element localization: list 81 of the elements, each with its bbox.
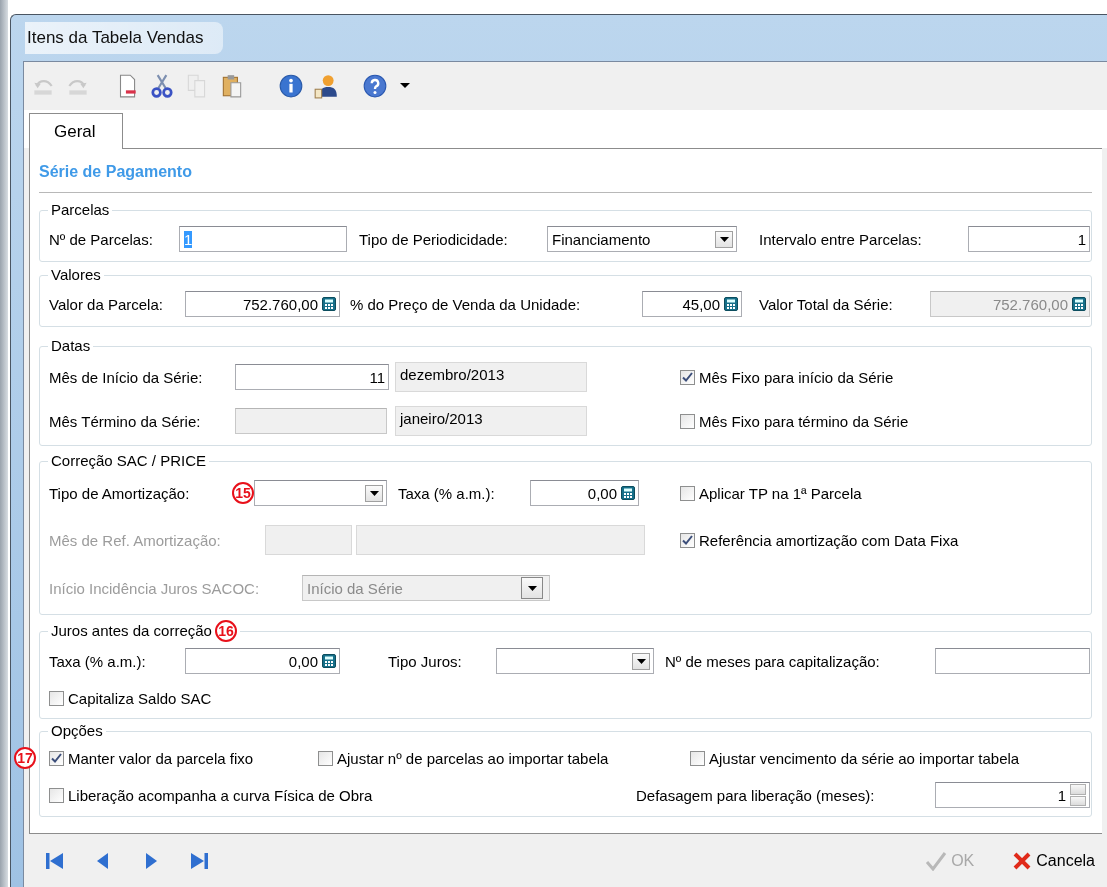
combo-box[interactable]: Financiamento	[547, 226, 737, 252]
checkmark-icon	[682, 372, 693, 382]
group-title: Valores	[51, 266, 101, 284]
group-title: Juros antes da correção	[51, 622, 212, 640]
dropdown-button[interactable]	[365, 484, 383, 502]
number-field[interactable]: 0,00	[185, 648, 340, 674]
group-title: Opções	[51, 722, 103, 740]
field-label: Valor da Parcela:	[49, 295, 164, 313]
field-label: Mês de Ref. Amortização:	[49, 531, 222, 549]
field-label: Mês Término da Série:	[49, 412, 202, 430]
checkbox-label[interactable]: Mês Fixo para término da Série	[699, 412, 909, 430]
checkbox[interactable]	[318, 750, 333, 766]
calculator-icon	[1072, 297, 1086, 311]
calculator-icon	[724, 297, 738, 311]
checkbox-label[interactable]: Liberação acompanha a curva Física de Obra	[68, 786, 373, 804]
first-record-icon[interactable]	[44, 850, 66, 872]
read-only-field: janeiro/2013	[395, 406, 587, 436]
read-only-field: dezembro/2013	[395, 362, 587, 392]
last-record-icon[interactable]	[188, 850, 210, 872]
caret-icon	[636, 658, 646, 664]
dropdown-button[interactable]	[715, 230, 733, 248]
close-icon	[1012, 851, 1033, 871]
field-label: Defasagem para liberação (meses):	[636, 786, 876, 804]
number-marker: 17	[14, 747, 36, 769]
checkbox-label[interactable]: Manter valor da parcela fixo	[68, 749, 254, 767]
field-label: Taxa (% a.m.):	[398, 484, 496, 502]
number-field[interactable]: 752.760,00	[185, 291, 340, 317]
checkbox[interactable]	[680, 413, 695, 429]
number-marker: 16	[214, 620, 237, 642]
field-label: Nº de Parcelas:	[49, 230, 154, 248]
checkbox-label[interactable]: Aplicar TP na 1ª Parcela	[699, 484, 862, 502]
input-field[interactable]: 1	[968, 226, 1090, 252]
dropdown-button[interactable]	[632, 652, 650, 670]
field-label: Tipo de Amortização:	[49, 484, 191, 502]
tab[interactable]: Geral	[29, 113, 123, 149]
calculator-icon	[322, 297, 336, 311]
checkmark-icon	[682, 535, 693, 545]
checkmark-icon	[51, 753, 62, 763]
calculator-icon	[621, 486, 635, 500]
checkmark-icon	[925, 851, 948, 871]
number-field[interactable]: 45,00	[642, 291, 742, 317]
help-icon[interactable]	[362, 73, 388, 99]
checkbox[interactable]	[49, 787, 64, 803]
number-field[interactable]: 0,00	[530, 480, 639, 506]
checkbox-label[interactable]: Referência amortização com Data Fixa	[699, 531, 959, 549]
spin-field[interactable]: 1	[935, 782, 1090, 808]
person-icon[interactable]	[313, 73, 339, 99]
input-field[interactable]: 11	[235, 364, 389, 390]
field-label: Valor Total da Série:	[759, 295, 894, 313]
group-title: Parcelas	[51, 201, 110, 219]
section-title: Série de Pagamento	[39, 163, 1092, 193]
number-marker: 15	[232, 482, 254, 504]
field-label: Mês de Início da Série:	[49, 368, 204, 386]
window-title: Itens da Tabela Vendas	[25, 22, 224, 54]
info-icon[interactable]	[278, 73, 304, 99]
cancel-button[interactable]: Cancela	[1010, 849, 1097, 873]
checkbox[interactable]	[49, 690, 64, 706]
scissors-icon[interactable]	[149, 73, 175, 99]
field-label: Tipo de Periodicidade:	[359, 230, 509, 248]
checkbox-label[interactable]: Ajustar vencimento da série ao importar tabela	[709, 749, 1020, 767]
input-field[interactable]	[935, 648, 1090, 674]
group-title: Datas	[51, 337, 91, 355]
field-label: Nº de meses para capitalização:	[665, 652, 881, 670]
field-label: Taxa (% a.m.):	[49, 652, 147, 670]
caret-icon	[369, 490, 379, 496]
checkbox[interactable]	[680, 532, 695, 548]
checkbox[interactable]	[49, 750, 64, 766]
calculator-icon	[322, 654, 336, 668]
checkbox[interactable]	[680, 369, 695, 385]
caret-icon	[719, 236, 729, 242]
checkbox[interactable]	[680, 485, 695, 501]
checkbox[interactable]	[690, 750, 705, 766]
field-label: Intervalo entre Parcelas:	[759, 230, 923, 248]
checkbox-label[interactable]: Capitaliza Saldo SAC	[68, 689, 212, 707]
caret-icon	[527, 585, 537, 591]
checkbox-label[interactable]: Ajustar nº de parcelas ao importar tabela	[337, 749, 609, 767]
field-label: Tipo Juros:	[388, 652, 463, 670]
field-label: Início Incidência Juros SACOC:	[49, 579, 261, 597]
group-title: Correção SAC / PRICE	[51, 452, 207, 470]
checkbox-label[interactable]: Mês Fixo para início da Série	[699, 368, 894, 386]
field-label: % do Preço de Venda da Unidade:	[350, 295, 582, 313]
